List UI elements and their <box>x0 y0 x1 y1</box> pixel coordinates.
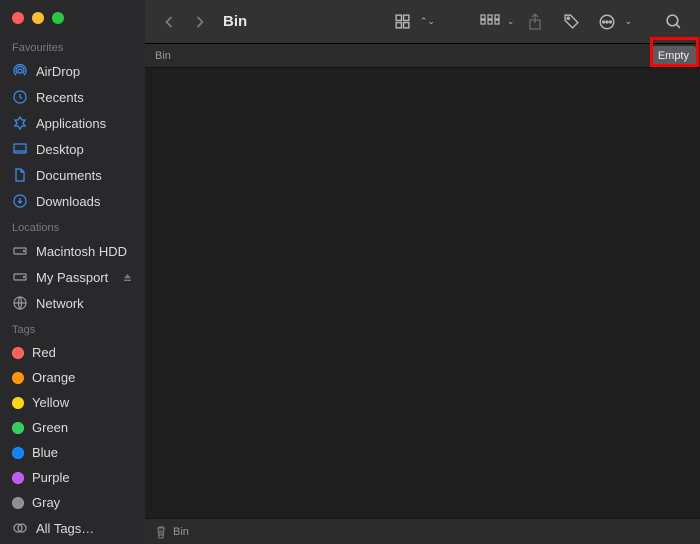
sidebar-item-macintosh-hdd[interactable]: Macintosh HDD <box>0 238 145 264</box>
search-button[interactable] <box>658 10 688 34</box>
sidebar: Favourites AirDrop Recents Applications … <box>0 0 145 544</box>
sidebar-item-label: Gray <box>32 495 60 510</box>
sidebar-item-label: Applications <box>36 116 106 131</box>
sidebar-item-label: Orange <box>32 370 75 385</box>
hdd-icon <box>12 243 28 259</box>
sidebar-tag-gray[interactable]: Gray <box>0 490 145 515</box>
sidebar-item-all-tags[interactable]: All Tags… <box>0 515 145 541</box>
minimize-window-button[interactable] <box>32 12 44 24</box>
nav-forward-button[interactable] <box>187 10 211 34</box>
sidebar-item-label: Recents <box>36 90 84 105</box>
section-header-locations: Locations <box>0 214 145 238</box>
action-menu-button[interactable] <box>592 10 622 34</box>
sidebar-item-network[interactable]: Network <box>0 290 145 316</box>
applications-icon <box>12 115 28 131</box>
path-bar: Bin <box>145 518 700 544</box>
desktop-icon <box>12 141 28 157</box>
documents-icon <box>12 167 28 183</box>
tags-button[interactable] <box>556 10 586 34</box>
sidebar-item-my-passport[interactable]: My Passport <box>0 264 145 290</box>
sidebar-item-label: Red <box>32 345 56 360</box>
window-title: Bin <box>223 13 247 30</box>
sidebar-item-label: Purple <box>32 470 70 485</box>
sidebar-tag-blue[interactable]: Blue <box>0 440 145 465</box>
chevron-down-icon: ⌄ <box>507 16 515 27</box>
airdrop-icon <box>12 63 28 79</box>
tag-dot-icon <box>12 397 24 409</box>
path-bar-label: Bin <box>173 526 189 538</box>
downloads-icon <box>12 193 28 209</box>
sidebar-tag-yellow[interactable]: Yellow <box>0 390 145 415</box>
sidebar-tag-orange[interactable]: Orange <box>0 365 145 390</box>
view-mode-button[interactable] <box>388 10 418 34</box>
sidebar-item-label: My Passport <box>36 270 108 285</box>
fullscreen-window-button[interactable] <box>52 12 64 24</box>
section-header-favourites: Favourites <box>0 34 145 58</box>
chevron-down-icon: ⌄ <box>624 16 632 27</box>
empty-trash-button[interactable]: Empty <box>650 46 697 66</box>
tag-dot-icon <box>12 472 24 484</box>
sidebar-item-applications[interactable]: Applications <box>0 110 145 136</box>
main-area: Bin ⌃⌄ ⌄ ⌄ Bin Empty Bin <box>145 0 700 544</box>
close-window-button[interactable] <box>12 12 24 24</box>
breadcrumb: Bin <box>155 50 171 62</box>
sidebar-item-label: Yellow <box>32 395 69 410</box>
sidebar-item-documents[interactable]: Documents <box>0 162 145 188</box>
sidebar-item-airdrop[interactable]: AirDrop <box>0 58 145 84</box>
sidebar-tag-purple[interactable]: Purple <box>0 465 145 490</box>
eject-icon[interactable] <box>122 272 133 283</box>
sidebar-tag-red[interactable]: Red <box>0 340 145 365</box>
sidebar-item-label: Documents <box>36 168 102 183</box>
file-list-area[interactable] <box>145 68 700 518</box>
sidebar-tag-green[interactable]: Green <box>0 415 145 440</box>
sidebar-item-label: Desktop <box>36 142 84 157</box>
network-icon <box>12 295 28 311</box>
all-tags-icon <box>12 520 28 536</box>
clock-icon <box>12 89 28 105</box>
tag-dot-icon <box>12 497 24 509</box>
sidebar-item-label: AirDrop <box>36 64 80 79</box>
sidebar-item-label: Blue <box>32 445 58 460</box>
sidebar-item-label: Network <box>36 296 84 311</box>
tag-dot-icon <box>12 422 24 434</box>
sidebar-item-label: Green <box>32 420 68 435</box>
group-by-button[interactable] <box>475 10 505 34</box>
toolbar: Bin ⌃⌄ ⌄ ⌄ <box>145 0 700 44</box>
share-button[interactable] <box>520 10 550 34</box>
location-bar: Bin Empty <box>145 44 700 68</box>
nav-back-button[interactable] <box>157 10 181 34</box>
sidebar-item-label: All Tags… <box>36 521 94 536</box>
tag-dot-icon <box>12 372 24 384</box>
sidebar-item-desktop[interactable]: Desktop <box>0 136 145 162</box>
tag-dot-icon <box>12 347 24 359</box>
sidebar-item-label: Downloads <box>36 194 100 209</box>
finder-window: Favourites AirDrop Recents Applications … <box>0 0 700 544</box>
tag-dot-icon <box>12 447 24 459</box>
sidebar-item-downloads[interactable]: Downloads <box>0 188 145 214</box>
trash-icon <box>155 525 167 539</box>
sidebar-item-label: Macintosh HDD <box>36 244 127 259</box>
sidebar-item-recents[interactable]: Recents <box>0 84 145 110</box>
chevron-updown-icon: ⌃⌄ <box>420 16 435 27</box>
section-header-tags: Tags <box>0 316 145 340</box>
window-controls <box>0 0 145 34</box>
external-drive-icon <box>12 269 28 285</box>
